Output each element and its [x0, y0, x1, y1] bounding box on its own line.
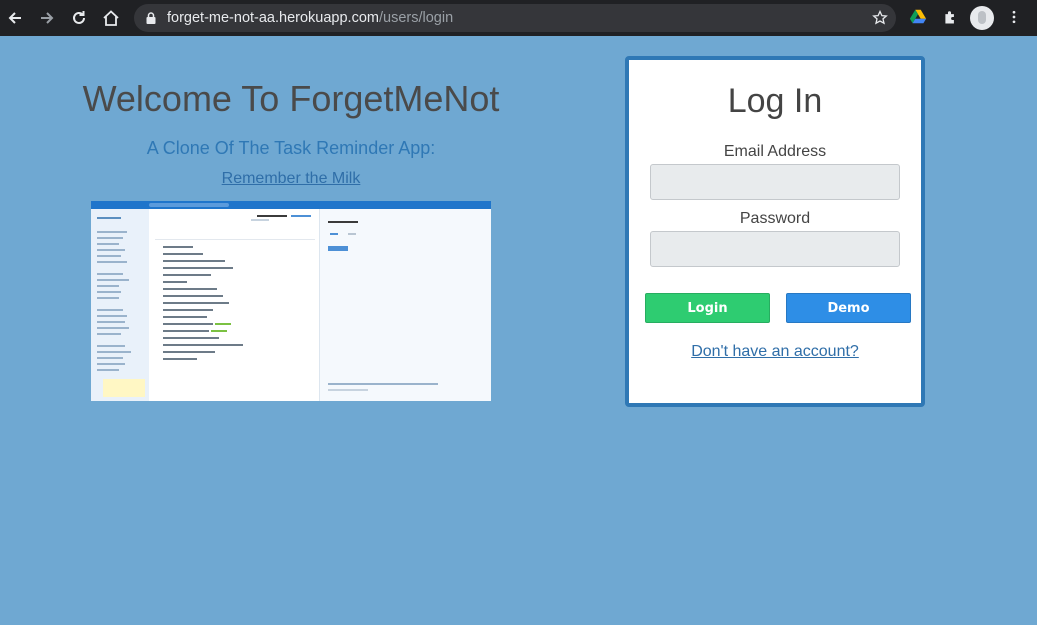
- profile-avatar[interactable]: [970, 6, 994, 30]
- home-icon: [103, 10, 119, 26]
- demo-button[interactable]: Demo: [786, 293, 911, 323]
- url-host: forget-me-not-aa.herokuapp.com: [167, 10, 379, 26]
- login-button[interactable]: Login: [645, 293, 770, 323]
- forward-button[interactable]: [35, 6, 59, 30]
- back-arrow-icon: [8, 12, 21, 24]
- app-preview-image: [91, 201, 491, 401]
- address-bar[interactable]: forget-me-not-aa.herokuapp.com/users/log…: [134, 4, 896, 32]
- lock-icon: [146, 12, 156, 24]
- password-label: Password: [739, 210, 811, 227]
- bookmark-star-icon[interactable]: [872, 10, 888, 26]
- email-label: Email Address: [723, 143, 827, 160]
- signup-link[interactable]: Don't have an account?: [629, 343, 921, 361]
- google-drive-icon[interactable]: [908, 7, 928, 27]
- extensions-puzzle-icon[interactable]: [940, 7, 960, 27]
- welcome-subtitle: A Clone Of The Task Reminder App:: [146, 138, 436, 158]
- email-field[interactable]: [650, 164, 900, 200]
- home-button[interactable]: [99, 6, 123, 30]
- back-button[interactable]: [3, 6, 27, 30]
- remember-the-milk-link[interactable]: Remember the Milk: [60, 170, 522, 188]
- login-title: Log In: [727, 82, 823, 120]
- welcome-title: Welcome To ForgetMeNot: [82, 78, 500, 119]
- reload-button[interactable]: [67, 6, 91, 30]
- url-path: /users/login: [378, 10, 454, 26]
- browser-toolbar: forget-me-not-aa.herokuapp.com/users/log…: [0, 0, 1037, 36]
- url-text: forget-me-not-aa.herokuapp.com/users/log…: [167, 10, 453, 26]
- password-field[interactable]: [650, 231, 900, 267]
- forward-arrow-icon: [41, 12, 54, 24]
- kebab-menu-icon[interactable]: [1004, 7, 1024, 27]
- login-card: Log In Email Address Password Login Demo…: [625, 56, 925, 407]
- reload-icon: [73, 11, 85, 24]
